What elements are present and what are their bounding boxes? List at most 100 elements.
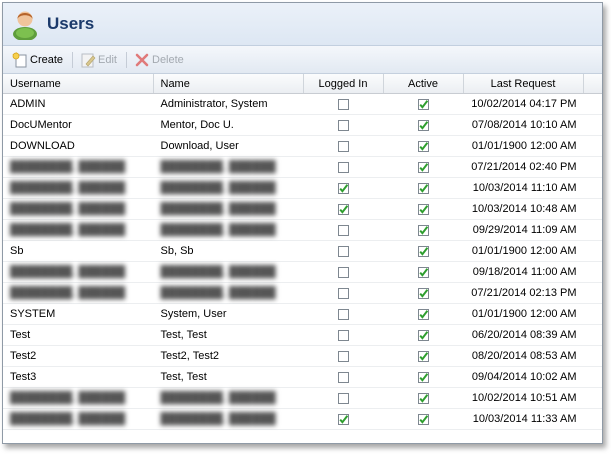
redacted-text: ████████, ██████ <box>160 161 276 173</box>
table-row[interactable]: DocUMentor Mentor, Doc U. 07/08/2014 10:10… <box>3 114 602 136</box>
active-checkbox[interactable] <box>417 182 429 194</box>
cell-active <box>383 240 463 262</box>
active-checkbox[interactable] <box>417 161 429 173</box>
logged-in-checkbox[interactable] <box>337 161 349 173</box>
cell-last-request: 07/08/2014 10:10 AM <box>463 114 583 136</box>
table-row[interactable]: ████████, ██████ ████████, ██████ 09/29/20… <box>3 219 602 241</box>
cell-active <box>383 114 463 136</box>
active-checkbox[interactable] <box>417 224 429 236</box>
cell-active <box>383 303 463 325</box>
column-header-username[interactable]: Username <box>3 74 154 94</box>
active-checkbox[interactable] <box>417 140 429 152</box>
logged-in-checkbox[interactable] <box>337 287 349 299</box>
cell-active <box>383 93 463 115</box>
logged-in-checkbox[interactable] <box>337 119 349 131</box>
table-row[interactable]: DOWNLOAD Download, User 01/01/1900 12:00 A… <box>3 135 602 157</box>
active-checkbox[interactable] <box>417 98 429 110</box>
logged-in-checkbox[interactable] <box>337 140 349 152</box>
logged-in-checkbox[interactable] <box>337 392 349 404</box>
logged-in-checkbox[interactable] <box>337 371 349 383</box>
cell-name: Download, User <box>153 135 303 157</box>
active-checkbox[interactable] <box>417 245 429 257</box>
logged-in-checkbox[interactable] <box>337 329 349 341</box>
redacted-text: ████████, ██████ <box>10 287 126 299</box>
cell-name: ████████, ██████ <box>153 219 303 241</box>
cell-spacer <box>583 324 602 346</box>
edit-icon <box>81 53 96 67</box>
redacted-text: ████████, ██████ <box>10 203 126 215</box>
cell-logged-in <box>303 387 383 409</box>
logged-in-checkbox[interactable] <box>337 245 349 257</box>
column-header-name[interactable]: Name <box>153 74 304 94</box>
active-checkbox[interactable] <box>417 392 429 404</box>
active-checkbox[interactable] <box>417 119 429 131</box>
cell-logged-in <box>303 219 383 241</box>
active-checkbox[interactable] <box>417 308 429 320</box>
cell-last-request: 09/29/2014 11:09 AM <box>463 219 583 241</box>
table-row[interactable]: ████████, ██████ ████████, ██████ 10/03/20… <box>3 198 602 220</box>
table-row[interactable]: ████████, ██████ ████████, ██████ 07/21/20… <box>3 156 602 178</box>
users-grid: Username Name Logged In Active Last Requ… <box>3 74 602 443</box>
cell-last-request: 10/02/2014 04:17 PM <box>463 93 583 115</box>
active-checkbox[interactable] <box>417 329 429 341</box>
cell-username: SYSTEM <box>3 303 153 325</box>
table-row[interactable]: ████████, ██████ ████████, ██████ 10/03/20… <box>3 177 602 199</box>
cell-username: Test <box>3 324 153 346</box>
active-checkbox[interactable] <box>417 287 429 299</box>
logged-in-checkbox[interactable] <box>337 350 349 362</box>
cell-name: ████████, ██████ <box>153 261 303 283</box>
cell-username: ████████, ██████ <box>3 282 153 304</box>
edit-button[interactable]: Edit <box>77 50 120 70</box>
table-row[interactable]: ADMIN Administrator, System 10/02/2014 04:… <box>3 93 602 115</box>
create-button[interactable]: Create <box>9 50 66 70</box>
table-row[interactable]: ████████, ██████ ████████, ██████ 07/21/20… <box>3 282 602 304</box>
table-row[interactable]: Test2 Test2, Test2 08/20/2014 08:53 AM <box>3 345 602 367</box>
table-row[interactable]: Sb Sb, Sb 01/01/1900 12:00 AM <box>3 240 602 262</box>
cell-last-request: 07/21/2014 02:13 PM <box>463 282 583 304</box>
table-row[interactable]: Test Test, Test 06/20/2014 08:39 AM <box>3 324 602 346</box>
cell-spacer <box>583 177 602 199</box>
logged-in-checkbox[interactable] <box>337 182 349 194</box>
logged-in-checkbox[interactable] <box>337 413 349 425</box>
active-checkbox[interactable] <box>417 350 429 362</box>
cell-spacer <box>583 303 602 325</box>
redacted-text: ████████, ██████ <box>160 182 276 194</box>
cell-username: ████████, ██████ <box>3 387 153 409</box>
active-checkbox[interactable] <box>417 371 429 383</box>
table-row[interactable]: SYSTEM System, User 01/01/1900 12:00 AM <box>3 303 602 325</box>
redacted-text: ████████, ██████ <box>10 182 126 194</box>
toolbar-separator <box>126 51 127 68</box>
column-header-active[interactable]: Active <box>383 74 464 94</box>
active-checkbox[interactable] <box>417 203 429 215</box>
cell-name: Sb, Sb <box>153 240 303 262</box>
active-checkbox[interactable] <box>417 266 429 278</box>
table-header-row: Username Name Logged In Active Last Requ… <box>3 74 602 94</box>
logged-in-checkbox[interactable] <box>337 224 349 236</box>
cell-last-request: 07/21/2014 02:40 PM <box>463 156 583 178</box>
cell-username: ████████, ██████ <box>3 156 153 178</box>
table-row[interactable]: ████████, ██████ ████████, ██████ 10/02/20… <box>3 387 602 409</box>
cell-spacer <box>583 114 602 136</box>
column-header-logged-in[interactable]: Logged In <box>303 74 384 94</box>
logged-in-checkbox[interactable] <box>337 98 349 110</box>
active-checkbox[interactable] <box>417 413 429 425</box>
logged-in-checkbox[interactable] <box>337 266 349 278</box>
cell-spacer <box>583 366 602 388</box>
redacted-text: ████████, ██████ <box>160 413 276 425</box>
table-row[interactable]: ████████, ██████ ████████, ██████ 10/03/20… <box>3 408 602 430</box>
cell-spacer <box>583 387 602 409</box>
logged-in-checkbox[interactable] <box>337 203 349 215</box>
page-title: Users <box>47 14 95 33</box>
cell-username: Test2 <box>3 345 153 367</box>
column-header-last-request[interactable]: Last Request <box>463 74 584 94</box>
cell-logged-in <box>303 135 383 157</box>
user-icon <box>13 11 37 40</box>
delete-button[interactable]: Delete <box>131 50 187 70</box>
cell-spacer <box>583 345 602 367</box>
logged-in-checkbox[interactable] <box>337 308 349 320</box>
cell-active <box>383 261 463 283</box>
cell-active <box>383 198 463 220</box>
toolbar: Create Edit Delete <box>3 46 602 74</box>
table-row[interactable]: Test3 Test, Test 09/04/2014 10:02 AM <box>3 366 602 388</box>
table-row[interactable]: ████████, ██████ ████████, ██████ 09/18/20… <box>3 261 602 283</box>
